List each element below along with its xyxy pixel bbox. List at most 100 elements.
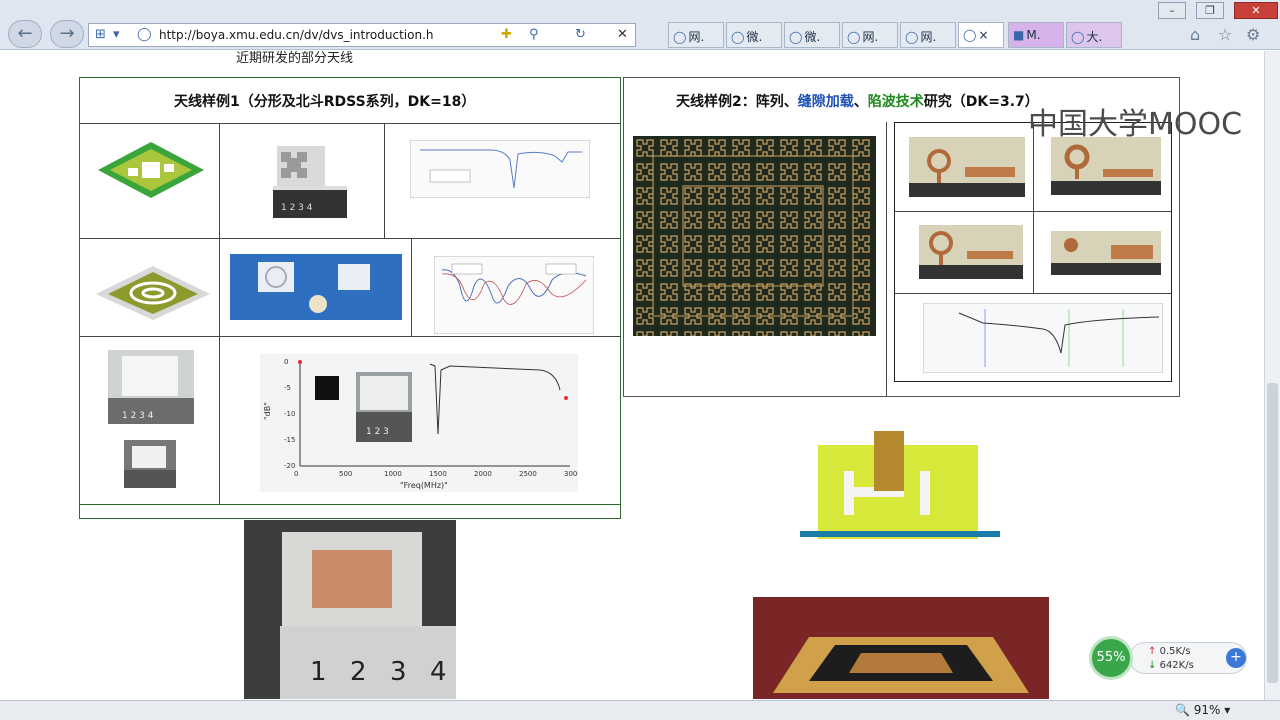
chart-marker-start xyxy=(298,360,302,364)
settings-gear-icon[interactable]: ⚙ xyxy=(1246,25,1260,44)
x-tick-label: 2000 xyxy=(474,470,492,478)
tab-icon: ◯ xyxy=(731,30,745,44)
tab-5[interactable]: ◯ 网. xyxy=(900,22,956,48)
spiral-antenna-photo xyxy=(230,254,402,320)
home-icon[interactable]: ⌂ xyxy=(1190,25,1200,44)
status-bar: 🔍 91% ▾ xyxy=(0,700,1280,720)
grid-line xyxy=(80,504,620,505)
x-tick-label: 500 xyxy=(339,470,352,478)
copper-antenna-photo: 1234 xyxy=(244,520,456,699)
chart-marker-end xyxy=(564,396,568,400)
tab-6[interactable]: ■ M. xyxy=(1008,22,1064,48)
tab-1[interactable]: ◯ 网. xyxy=(668,22,724,48)
fractal-antenna-3d-image xyxy=(98,142,204,198)
window-close-button[interactable]: ✕ xyxy=(1234,2,1278,19)
url-text[interactable]: http://boya.xmu.edu.cn/dv/dvs_introducti… xyxy=(159,28,433,42)
tab-3[interactable]: ◯ 微. xyxy=(784,22,840,48)
close-icon[interactable]: × xyxy=(978,28,988,42)
download-speed: ↓ 642K/s xyxy=(1148,660,1194,671)
panel-1-title: 天线样例1（分形及北斗RDSS系列，DK=18） xyxy=(174,94,476,110)
title-part: 天线样例2：阵列、 xyxy=(676,94,798,110)
favorites-star-icon[interactable]: ☆ xyxy=(1218,25,1232,44)
y-tick-label: -10 xyxy=(284,410,295,418)
sma-antenna-photo xyxy=(800,431,1000,539)
forward-button[interactable]: → xyxy=(50,20,84,48)
title-part: 缝隙加载 xyxy=(797,94,854,110)
grid-line xyxy=(384,123,385,238)
ruler-number: 4 xyxy=(430,657,447,687)
ruler-number: 3 xyxy=(390,657,407,687)
y-tick-label: -5 xyxy=(284,384,291,392)
upload-speed: ↑ 0.5K/s xyxy=(1148,646,1191,657)
tab-active[interactable]: ◯ × xyxy=(958,22,1004,48)
back-button[interactable]: ← xyxy=(8,20,42,48)
tab-icon: ◯ xyxy=(1071,30,1085,44)
minimize-button[interactable]: – xyxy=(1158,2,1186,19)
scrollbar-thumb[interactable] xyxy=(1267,383,1278,683)
y-tick-label: -20 xyxy=(284,462,295,470)
download-value: 642K/s xyxy=(1159,660,1194,671)
tab-4[interactable]: ◯ 网. xyxy=(842,22,898,48)
tab-icon: ■ xyxy=(1013,28,1025,42)
square-fractal-antenna-photo: 1 2 3 4 xyxy=(108,350,194,424)
upload-value: 0.5K/s xyxy=(1159,646,1191,657)
browser-toolbar: ← → ⊞ ▾ ◯ http://boya.xmu.edu.cn/dv/dvs_… xyxy=(0,0,1280,50)
grid-line xyxy=(80,336,620,337)
svg-text:1 2 3 4: 1 2 3 4 xyxy=(122,411,154,421)
x-tick-label: 1500 xyxy=(429,470,447,478)
array-pattern xyxy=(633,136,876,336)
ring-antenna-photo-3 xyxy=(919,225,1023,279)
grid-line xyxy=(886,122,887,396)
grid-line xyxy=(895,293,1171,294)
notch-s11-plot xyxy=(923,303,1163,373)
y-tick-label: 0 xyxy=(284,358,288,366)
tab-icon: ◯ xyxy=(847,30,861,44)
array-antenna-board-photo xyxy=(633,136,876,336)
refresh-icon[interactable]: ↻ xyxy=(575,27,586,42)
tab-2[interactable]: ◯ 微. xyxy=(726,22,782,48)
tab-7[interactable]: ◯ 大. xyxy=(1066,22,1122,48)
dropdown-icon[interactable]: ▾ xyxy=(113,27,120,42)
tab-icon: ◯ xyxy=(905,30,919,44)
zoom-icon: 🔍 xyxy=(1175,703,1190,717)
compat-icon[interactable]: ✚ xyxy=(501,27,512,42)
speed-percent-ring[interactable]: 55% xyxy=(1089,636,1133,680)
s11-plot-1 xyxy=(410,140,590,198)
address-bar[interactable]: ⊞ ▾ ◯ http://boya.xmu.edu.cn/dv/dvs_intr… xyxy=(88,23,636,47)
ring-antenna-photo-4 xyxy=(1051,231,1161,275)
layered-antenna-photo xyxy=(753,597,1049,699)
slide-top-text: 近期研发的部分天线 xyxy=(236,51,354,66)
ring-antenna-photo-1 xyxy=(909,137,1025,197)
ie-page-icon: ◯ xyxy=(137,27,152,42)
vertical-scrollbar[interactable] xyxy=(1264,51,1280,700)
tab-icon: ◯ xyxy=(789,30,803,44)
network-speed-widget[interactable]: ↑ 0.5K/s ↓ 642K/s + 55% xyxy=(1089,636,1249,680)
grid-line xyxy=(895,211,1171,212)
zoom-level[interactable]: 🔍 91% ▾ xyxy=(1175,703,1230,717)
x-tick-label: 2500 xyxy=(519,470,537,478)
title-part: 、 xyxy=(853,94,868,110)
x-tick-label: 3000 xyxy=(564,470,578,478)
search-icon[interactable]: ⚲ xyxy=(529,27,539,42)
add-tab-icon[interactable]: ⊞ xyxy=(95,27,106,42)
grid-line xyxy=(1033,123,1034,293)
grid-line xyxy=(411,238,412,336)
return-loss-chart: 1 2 3 0 500 1000 1500 2000 2500 3000 0 -5 -10 -15… xyxy=(260,354,578,492)
ring-antenna-photo-2 xyxy=(1051,137,1161,195)
tab-icon: ◯ xyxy=(673,30,687,44)
chart-x-label: "Freq(MHz)" xyxy=(400,481,448,490)
panel-2-title: 天线样例2：阵列、缝隙加载、陷波技术研究（DK=3.7） xyxy=(676,91,1039,111)
page-content: 近期研发的部分天线 天线样例1（分形及北斗RDSS系列，DK=18） 1 2 3… xyxy=(0,51,1264,699)
stop-icon[interactable]: ✕ xyxy=(617,27,628,42)
speed-panel: ↑ 0.5K/s ↓ 642K/s + xyxy=(1129,642,1247,674)
y-tick-label: -15 xyxy=(284,436,295,444)
spiral-antenna-3d-image xyxy=(96,266,210,320)
fractal-antenna-photo: 1 2 3 4 xyxy=(273,146,347,218)
title-part: 研究（DK=3.7） xyxy=(923,94,1039,110)
down-arrow-icon: ↓ xyxy=(1148,660,1157,671)
accelerate-plus-icon[interactable]: + xyxy=(1226,648,1246,668)
svg-text:1 2 3 4: 1 2 3 4 xyxy=(281,203,313,213)
zoom-value: 91% xyxy=(1193,703,1221,717)
restore-button[interactable]: ❐ xyxy=(1196,2,1224,19)
up-arrow-icon: ↑ xyxy=(1148,646,1157,657)
